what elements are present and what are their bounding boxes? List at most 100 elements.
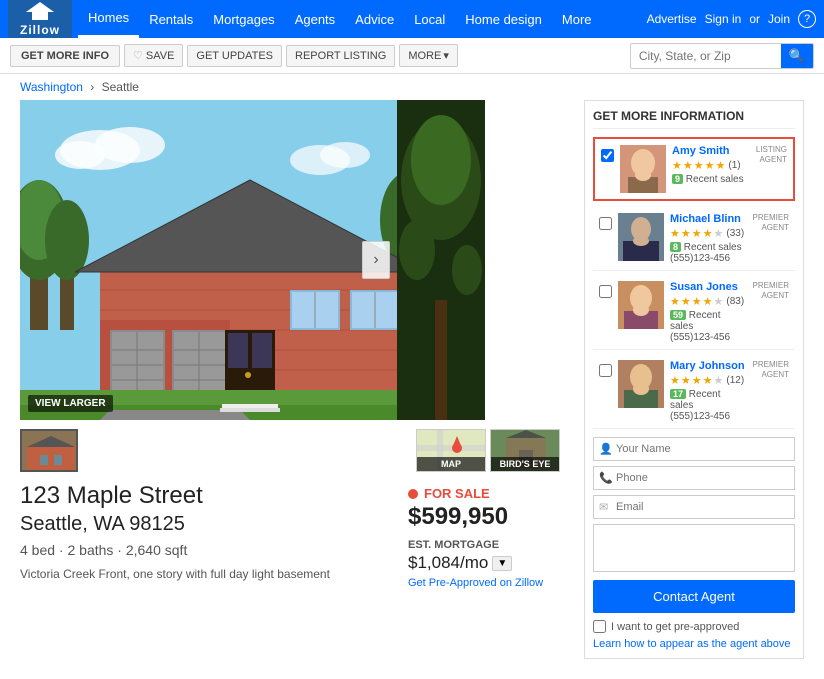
heart-icon: ♡ <box>133 49 143 62</box>
appear-as-agent-link[interactable]: Learn how to appear as the agent above <box>593 638 795 650</box>
breadcrumb-separator: › <box>90 80 94 94</box>
agent-card-mary[interactable]: Mary Johnson ★ ★ ★ ★ ★ (12) 17 Recent sa… <box>593 354 795 429</box>
phone-input[interactable] <box>593 466 795 490</box>
nav-homes[interactable]: Homes <box>78 0 139 38</box>
email-input[interactable] <box>593 495 795 519</box>
agent-phone-susan: (555)123-456 <box>670 332 747 343</box>
contact-agent-btn[interactable]: Contact Agent <box>593 580 795 613</box>
help-button[interactable]: ? <box>798 10 816 28</box>
agent-sales-mary: 17 Recent sales <box>670 389 747 411</box>
breadcrumb-state[interactable]: Washington <box>20 80 83 94</box>
mortgage-amount-row: $1,084/mo ▼ <box>408 553 568 573</box>
nav-more[interactable]: More <box>552 0 602 38</box>
breadcrumb-city: Seattle <box>102 80 139 94</box>
agent-name-mary[interactable]: Mary Johnson <box>670 360 747 372</box>
pre-approve-checkbox[interactable] <box>593 620 606 633</box>
get-updates-btn[interactable]: GET UPDATES <box>187 45 282 67</box>
name-input[interactable] <box>593 437 795 461</box>
price-info: FOR SALE $599,950 EST. MORTGAGE $1,084/m… <box>408 482 568 589</box>
chevron-down-icon: ▾ <box>443 49 449 62</box>
zillow-logo[interactable]: Zillow <box>8 0 72 38</box>
property-description: Victoria Creek Front, one story with ful… <box>20 566 388 583</box>
phone-icon: 📞 <box>599 472 613 485</box>
agent-checkbox-susan[interactable] <box>599 285 612 298</box>
image-next-btn[interactable]: › <box>362 241 390 279</box>
main-image: › VIEW LARGER <box>20 100 485 420</box>
search-button[interactable]: 🔍 <box>781 43 813 69</box>
nav-rentals[interactable]: Rentals <box>139 0 203 38</box>
thumb-birdseye[interactable]: BIRD'S EYE <box>490 429 560 472</box>
property-info: 123 Maple Street Seattle, WA 98125 4 bed… <box>20 482 388 589</box>
mortgage-amount: $1,084/mo <box>408 553 488 573</box>
agent-badge-michael: PREMIER AGENT <box>753 213 789 232</box>
agent-stars-amy: ★ ★ ★ ★ ★ (1) <box>672 159 750 172</box>
report-listing-btn[interactable]: REPORT LISTING <box>286 45 395 67</box>
agent-checkbox-michael[interactable] <box>599 217 612 230</box>
agent-info-mary: Mary Johnson ★ ★ ★ ★ ★ (12) 17 Recent sa… <box>670 360 747 422</box>
agent-sales-michael: 8 Recent sales <box>670 242 747 253</box>
main-content: › VIEW LARGER <box>0 100 824 679</box>
save-btn[interactable]: ♡ SAVE <box>124 44 183 67</box>
right-column: GET MORE INFORMATION Amy Smith ★ <box>584 100 804 659</box>
thumb-main[interactable] <box>20 429 78 472</box>
agent-badge-amy: LISTING AGENT <box>756 145 787 164</box>
agent-stars-susan: ★ ★ ★ ★ ★ (83) <box>670 295 747 308</box>
thumb-map[interactable]: MAP <box>416 429 486 472</box>
mortgage-calc-btn[interactable]: ▼ <box>492 556 512 571</box>
nav-right: Advertise Sign in or Join ? <box>647 10 816 28</box>
top-nav: Zillow Homes Rentals Mortgages Agents Ad… <box>0 0 824 38</box>
nav-local[interactable]: Local <box>404 0 455 38</box>
agent-card-susan[interactable]: Susan Jones ★ ★ ★ ★ ★ (83) 59 Recent sal… <box>593 275 795 350</box>
agent-name-amy[interactable]: Amy Smith <box>672 145 750 157</box>
get-more-info-btn[interactable]: GET MORE INFO <box>10 45 120 67</box>
more-btn[interactable]: MORE ▾ <box>399 44 458 67</box>
agent-avatar-michael <box>618 213 664 261</box>
section-title: GET MORE INFORMATION <box>593 109 795 129</box>
join-link[interactable]: Join <box>768 12 790 26</box>
birdseye-label: BIRD'S EYE <box>491 457 559 471</box>
email-icon: ✉ <box>599 501 608 514</box>
mortgage-label: EST. MORTGAGE <box>408 539 568 551</box>
agent-rating-count-amy: (1) <box>728 160 740 171</box>
get-more-info-box: GET MORE INFORMATION Amy Smith ★ <box>584 100 804 659</box>
pre-approve-link[interactable]: Get Pre-Approved on Zillow <box>408 577 568 589</box>
agent-name-michael[interactable]: Michael Blinn <box>670 213 747 225</box>
sale-price: $599,950 <box>408 503 568 531</box>
view-larger-btn[interactable]: VIEW LARGER <box>28 395 113 412</box>
email-input-wrapper: ✉ <box>593 495 795 519</box>
agent-card-amy[interactable]: Amy Smith ★ ★ ★ ★ ★ (1) 9 Recent sales L… <box>593 137 795 201</box>
agent-card-michael[interactable]: Michael Blinn ★ ★ ★ ★ ★ (33) 8 Recent sa… <box>593 207 795 271</box>
agent-sales-amy: 9 Recent sales <box>672 174 750 185</box>
nav-homedesign[interactable]: Home design <box>455 0 552 38</box>
agent-name-susan[interactable]: Susan Jones <box>670 281 747 293</box>
signin-link[interactable]: Sign in <box>705 12 742 26</box>
agent-info-amy: Amy Smith ★ ★ ★ ★ ★ (1) 9 Recent sales <box>672 145 750 185</box>
breadcrumb: Washington › Seattle <box>0 74 824 100</box>
agent-stars-michael: ★ ★ ★ ★ ★ (33) <box>670 227 747 240</box>
message-textarea[interactable] <box>593 524 795 572</box>
image-area: › VIEW LARGER <box>20 100 560 472</box>
agent-checkbox-amy[interactable] <box>601 149 614 162</box>
contact-form: 👤 📞 ✉ Contact Agent I want to get pre-ap… <box>593 437 795 650</box>
sub-nav: GET MORE INFO ♡ SAVE GET UPDATES REPORT … <box>0 38 824 74</box>
agent-phone-mary: (555)123-456 <box>670 411 747 422</box>
nav-mortgages[interactable]: Mortgages <box>203 0 284 38</box>
agent-checkbox-mary[interactable] <box>599 364 612 377</box>
search-input[interactable] <box>631 49 781 63</box>
zillow-wordmark: Zillow <box>20 23 60 37</box>
name-input-wrapper: 👤 <box>593 437 795 461</box>
advertise-link[interactable]: Advertise <box>647 12 697 26</box>
agent-rating-count-susan: (83) <box>726 296 744 307</box>
for-sale-label: FOR SALE <box>424 486 490 501</box>
person-icon: 👤 <box>599 443 613 456</box>
agent-info-michael: Michael Blinn ★ ★ ★ ★ ★ (33) 8 Recent sa… <box>670 213 747 264</box>
nav-agents[interactable]: Agents <box>285 0 345 38</box>
pre-approve-row: I want to get pre-approved <box>593 620 795 633</box>
property-details: 4 bed · 2 baths · 2,640 sqft <box>20 542 388 558</box>
for-sale-row: FOR SALE <box>408 486 568 501</box>
left-column: › VIEW LARGER <box>20 100 568 659</box>
nav-advice[interactable]: Advice <box>345 0 404 38</box>
agent-avatar-susan <box>618 281 664 329</box>
search-box: 🔍 <box>630 43 814 69</box>
phone-input-wrapper: 📞 <box>593 466 795 490</box>
